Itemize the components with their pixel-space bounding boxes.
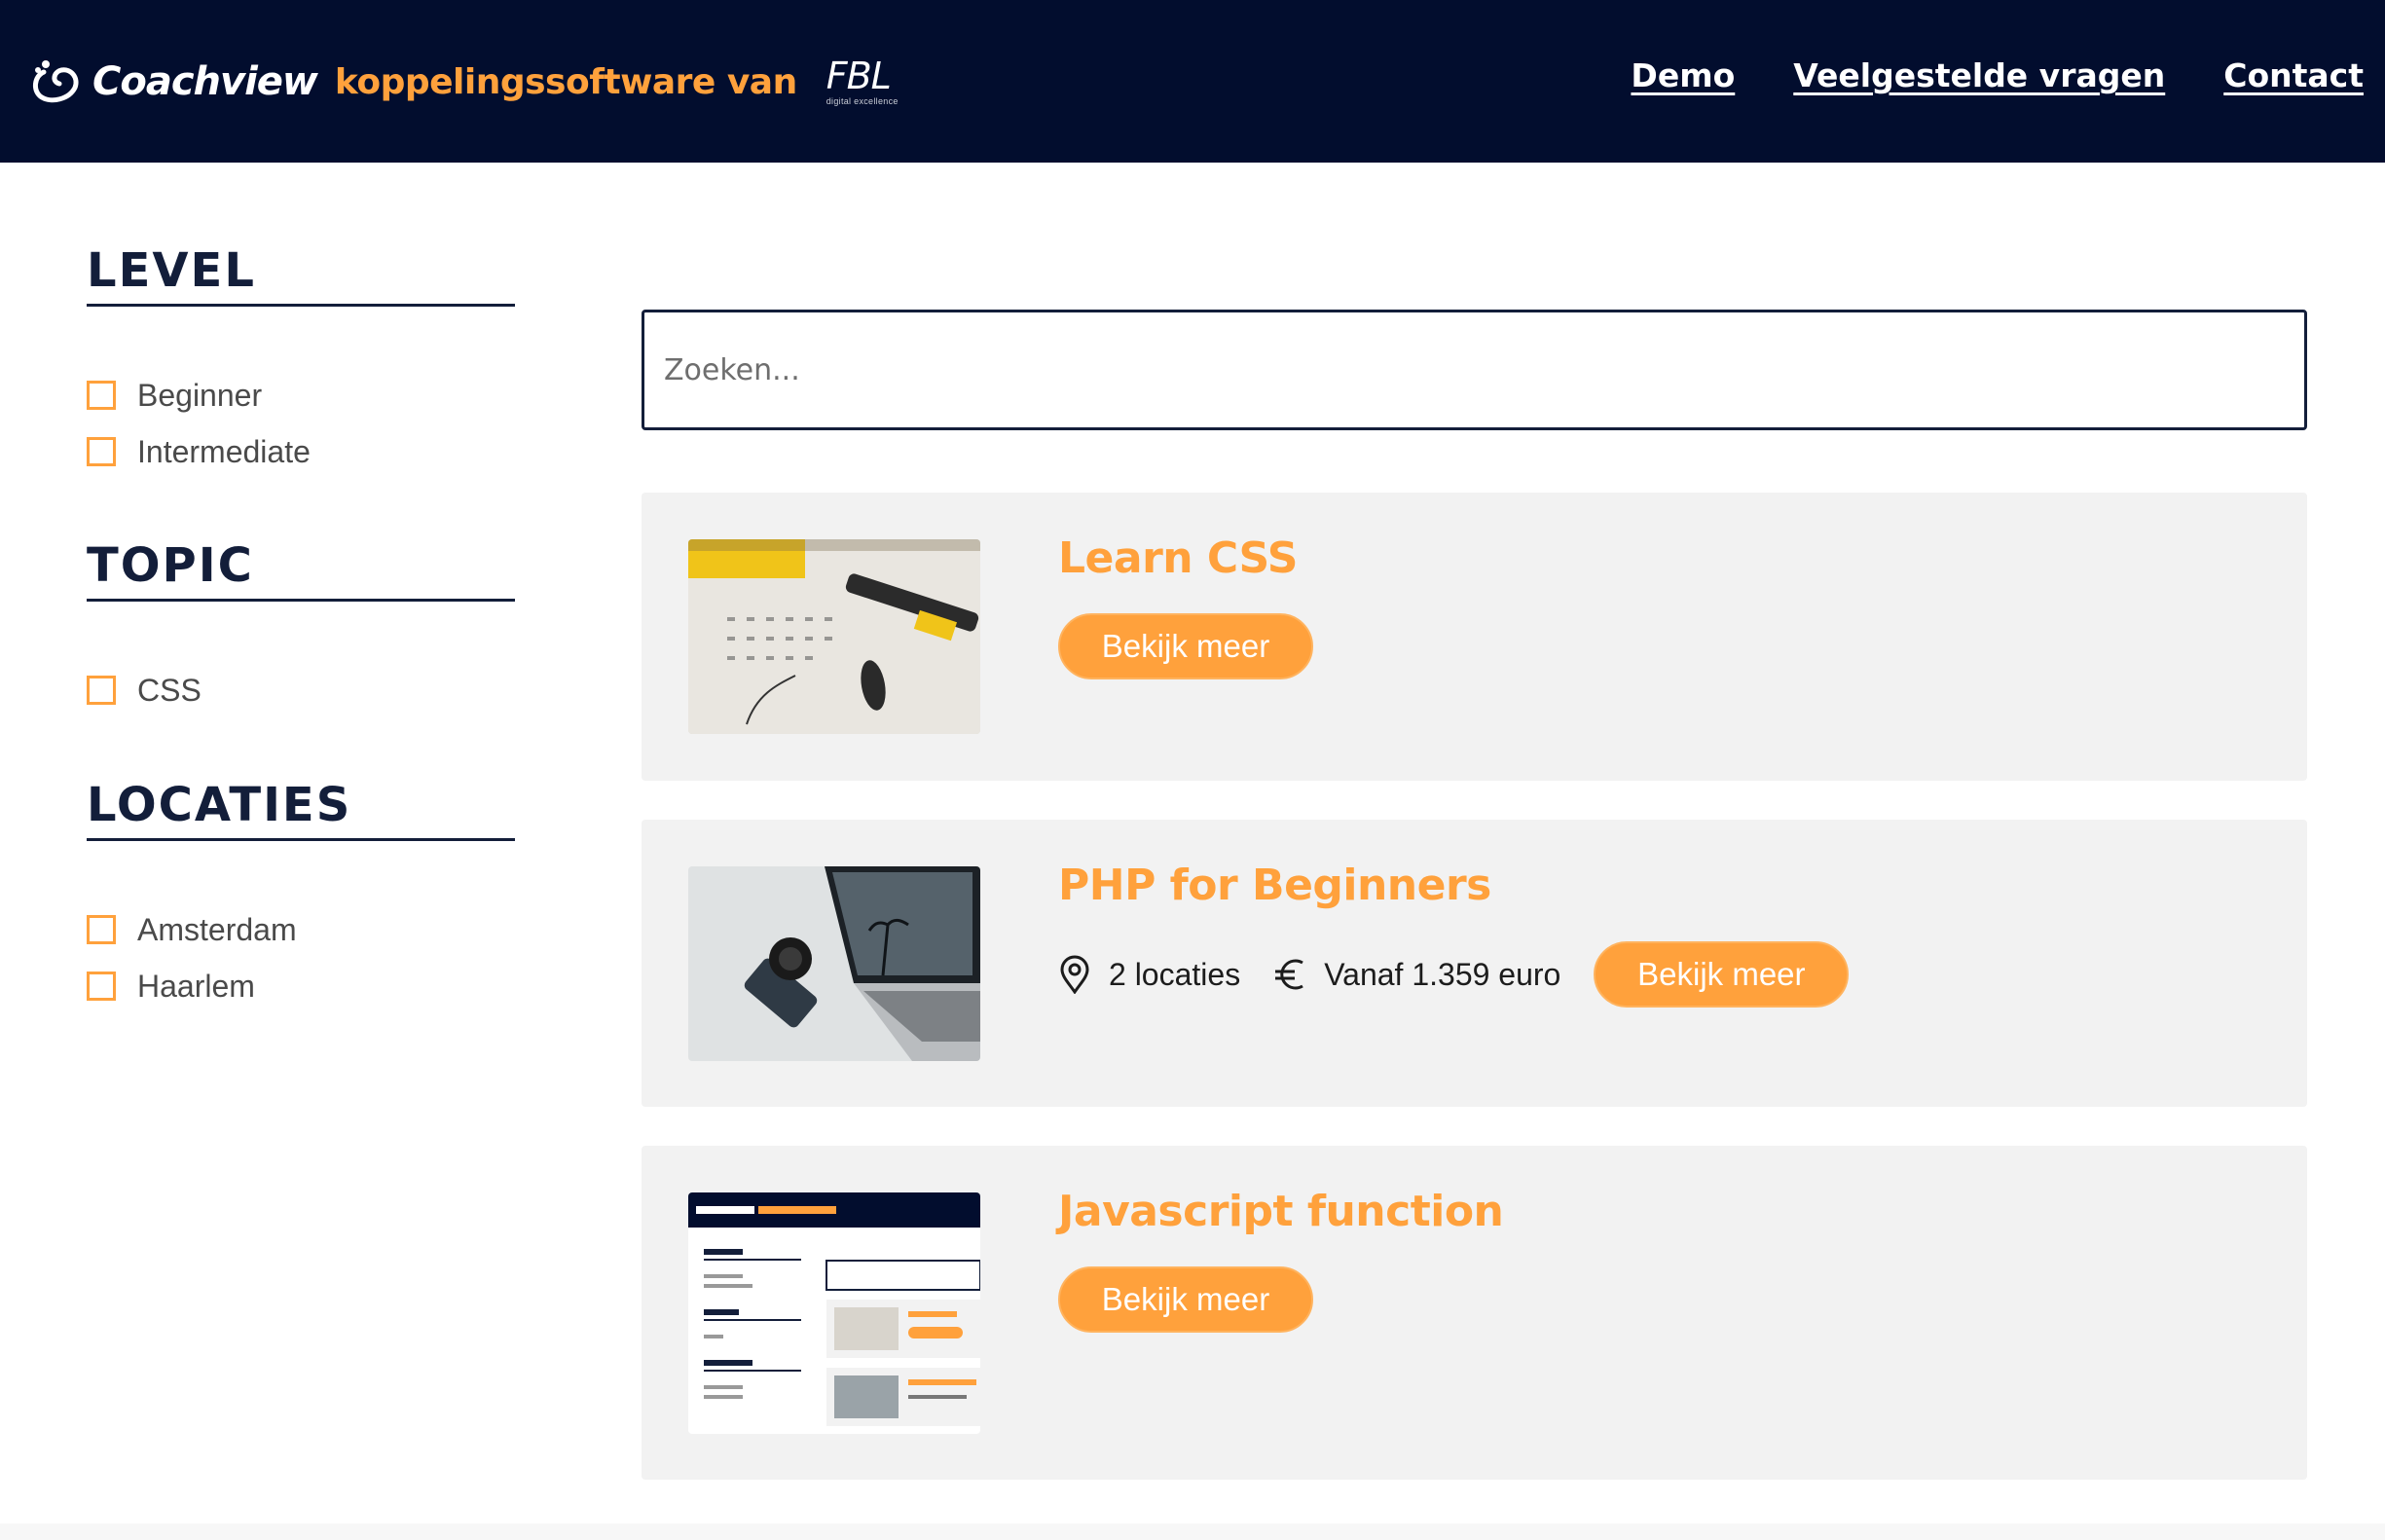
filter-title-level: LEVEL [87,243,515,307]
price-text: Vanaf 1.359 euro [1324,956,1561,992]
nav-contact[interactable]: Contact [2223,56,2364,94]
main-nav: Demo Veelgestelde vragen Contact [1631,56,2364,94]
course-meta: 2 locaties Vanaf 1.359 euro Bekijk meer [1058,941,1850,1008]
option-label: Beginner [137,377,263,413]
course-card-php-for-beginners: PHP for Beginners 2 locaties Vanaf 1.359… [642,820,2307,1107]
course-card-learn-css: Learn CSS Bekijk meer [642,493,2307,781]
filter-option-intermediate[interactable]: Intermediate [87,423,515,480]
checkbox[interactable] [87,915,116,944]
course-title[interactable]: PHP for Beginners [1058,861,1491,910]
brand-name: Coachview [92,59,318,104]
brand-tagline: koppelingssoftware van [334,61,797,102]
page-footer-edge [0,1523,2385,1540]
laptop-phone-image[interactable] [688,866,980,1061]
option-label: CSS [137,672,202,708]
map-pin-icon [1060,955,1089,994]
nav-demo[interactable]: Demo [1631,56,1735,94]
nav-faq[interactable]: Veelgestelde vragen [1793,56,2165,94]
details-button[interactable]: Bekijk meer [1058,1266,1313,1333]
filter-title-locaties: LOCATIES [87,778,515,841]
course-title[interactable]: Javascript function [1058,1187,1504,1236]
filter-title-topic: TOPIC [87,538,515,602]
details-button[interactable]: Bekijk meer [1058,613,1313,679]
checkbox[interactable] [87,676,116,705]
calendar-notebook-image[interactable] [688,539,980,734]
filter-group-locaties: LOCATIES Amsterdam Haarlem [87,778,515,1014]
checkbox[interactable] [87,381,116,410]
option-label: Intermediate [137,433,311,469]
search-input[interactable] [642,310,2307,430]
filter-group-level: LEVEL Beginner Intermediate [87,243,515,480]
coachview-logo-icon [33,60,79,103]
euro-icon [1275,959,1303,990]
course-card-javascript-function: Javascript function Bekijk meer [642,1146,2307,1480]
filter-option-beginner[interactable]: Beginner [87,367,515,423]
fbl-logo-subtitle: digital excellence [826,96,899,106]
fbl-logo: FBL digital excellence [826,57,899,106]
option-label: Amsterdam [137,911,297,947]
filter-option-amsterdam[interactable]: Amsterdam [87,901,515,958]
filter-option-css[interactable]: CSS [87,662,515,718]
checkbox[interactable] [87,437,116,466]
fbl-logo-mark: FBL [826,55,892,97]
course-title[interactable]: Learn CSS [1058,533,1298,583]
brand[interactable]: Coachview koppelingssoftware van FBL dig… [30,51,899,113]
filter-option-haarlem[interactable]: Haarlem [87,958,515,1014]
filter-group-topic: TOPIC CSS [87,538,515,718]
site-header: Coachview koppelingssoftware van FBL dig… [0,0,2385,163]
checkbox[interactable] [87,972,116,1001]
option-label: Haarlem [137,968,255,1004]
locations-count: 2 locaties [1109,956,1241,992]
details-button[interactable]: Bekijk meer [1594,941,1850,1008]
site-screenshot-image[interactable] [688,1192,980,1434]
